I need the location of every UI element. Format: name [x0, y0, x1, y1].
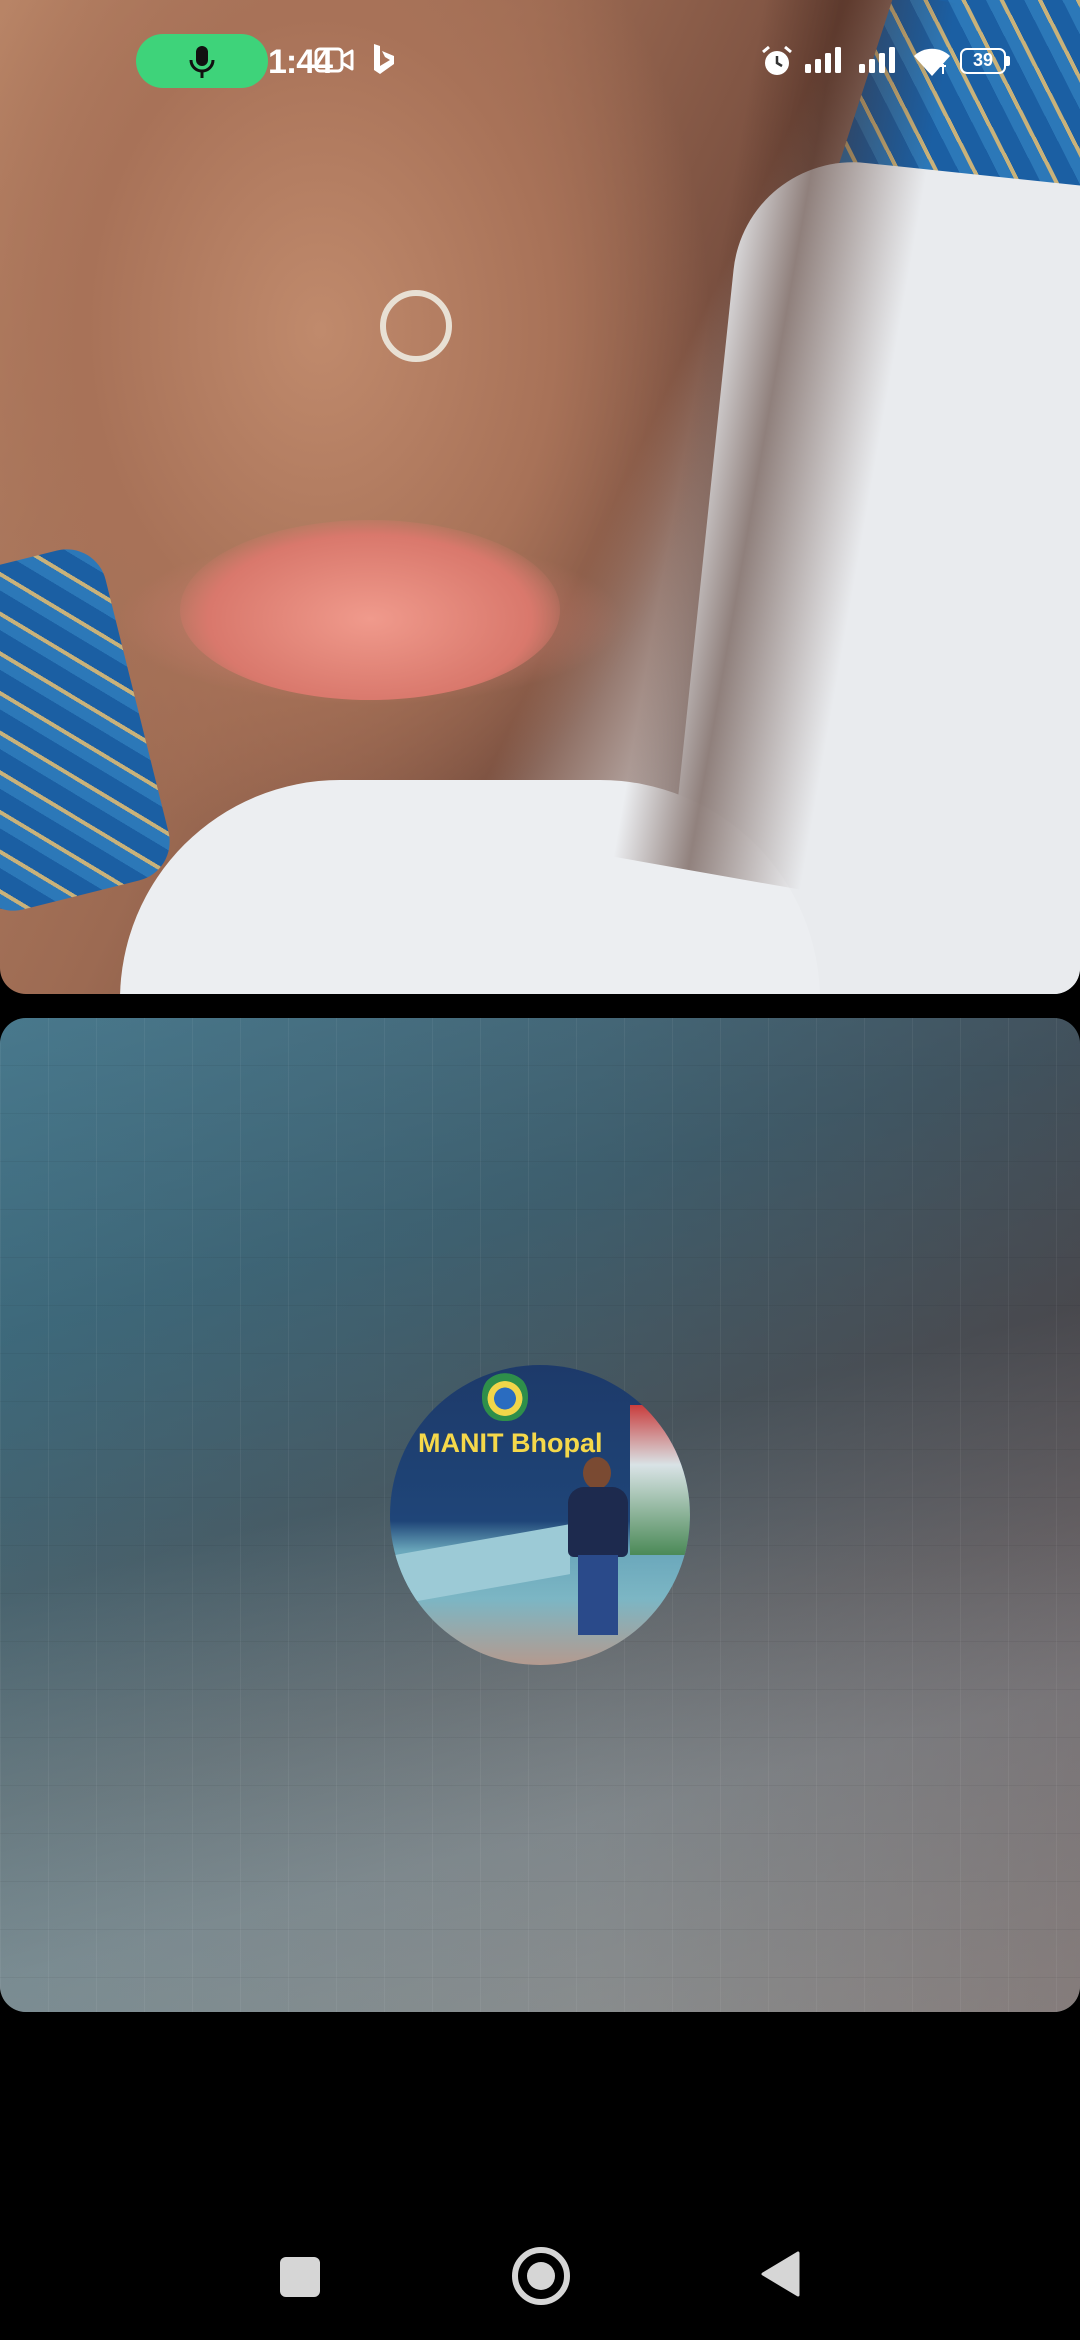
recents-button[interactable] [280, 2257, 320, 2297]
avatar-sign-text: MANIT Bhopal [418, 1428, 603, 1458]
bing-icon [374, 44, 394, 74]
nose-ring [380, 290, 452, 362]
user-avatar[interactable]: MANIT Bhopal [390, 1365, 690, 1665]
battery-icon: 39 [960, 48, 1010, 74]
home-button[interactable] [512, 2247, 570, 2305]
video-call-screen: 1:44 39 MANIT Bhopal [0, 0, 1080, 2340]
lips [180, 520, 560, 700]
back-button[interactable] [760, 2251, 800, 2297]
signal-icon [805, 47, 841, 73]
avatar-person-legs [578, 1555, 618, 1635]
battery-level: 39 [972, 50, 994, 70]
avatar-wall [390, 1524, 570, 1606]
video-camera-icon [314, 47, 354, 73]
status-bar: 1:44 39 [0, 0, 1080, 120]
mic-active-indicator[interactable] [136, 34, 268, 88]
remote-video-tile[interactable] [0, 0, 1080, 994]
avatar-person-body [568, 1487, 628, 1557]
institute-logo [482, 1371, 528, 1421]
alarm-icon [762, 45, 792, 75]
signal-icon [859, 47, 895, 73]
pillow-pattern-left [0, 540, 179, 920]
avatar-building [630, 1405, 690, 1555]
wifi-icon [914, 48, 950, 76]
navigation-bar [0, 2200, 1080, 2340]
avatar-person-head [583, 1457, 611, 1489]
microphone-icon [189, 46, 215, 78]
home-icon [527, 2262, 555, 2290]
